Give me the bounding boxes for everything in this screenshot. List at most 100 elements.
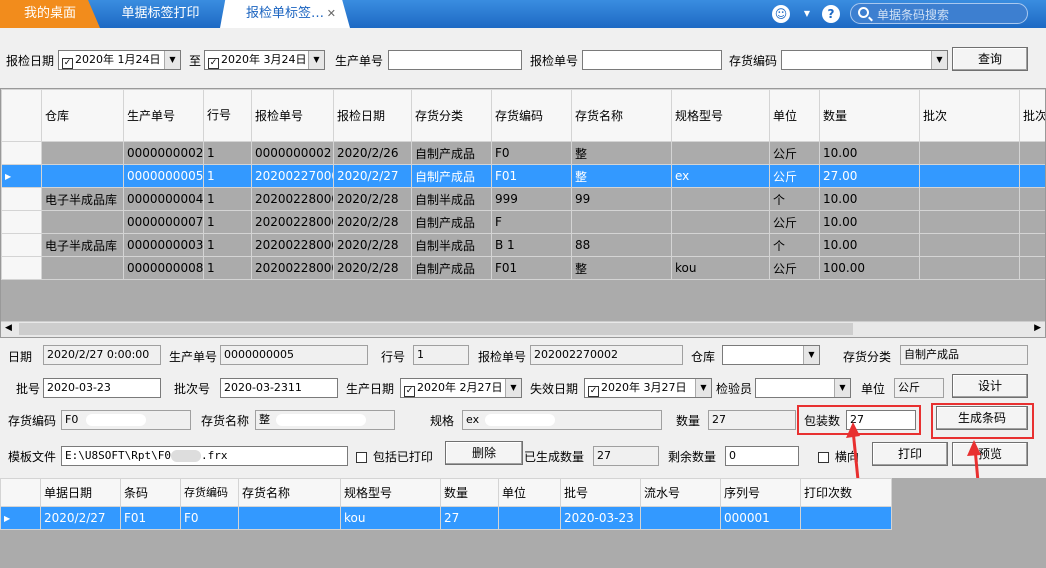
col-header[interactable]: 序列号: [720, 478, 801, 507]
tab-inspection-label[interactable]: 报检单标签… ✕: [220, 0, 350, 28]
col-header[interactable]: 数量: [819, 89, 920, 142]
tab-desktop[interactable]: 我的桌面: [0, 0, 100, 28]
table-cell[interactable]: F01: [120, 506, 181, 530]
col-header[interactable]: 报检单号: [251, 89, 334, 142]
table-cell[interactable]: [41, 256, 124, 280]
table-row[interactable]: 000000000812020022800042020/2/28自制产成品F01…: [1, 256, 1045, 280]
chevron-down-icon[interactable]: ▼: [798, 5, 816, 23]
table-cell[interactable]: [1019, 141, 1045, 165]
table-cell[interactable]: 电子半成品库: [41, 233, 124, 257]
barcode-grid[interactable]: 单据日期 条码 存货编码 存货名称 规格型号 数量 单位 批号 流水号 序列号 …: [0, 478, 1046, 568]
table-cell[interactable]: 1: [203, 210, 252, 234]
col-header[interactable]: 流水号: [640, 478, 721, 507]
table-cell[interactable]: [919, 187, 1020, 211]
close-icon[interactable]: ✕: [327, 0, 336, 28]
scroll-thumb[interactable]: [19, 323, 853, 335]
table-cell[interactable]: 202002270002: [251, 164, 334, 188]
col-header[interactable]: 存货分类: [411, 89, 492, 142]
dropdown-icon[interactable]: ▼: [505, 379, 521, 397]
table-cell[interactable]: [640, 506, 721, 530]
row-header[interactable]: [1, 256, 42, 280]
pdate-checkbox[interactable]: ✓: [404, 386, 415, 397]
table-cell[interactable]: 10.00: [819, 141, 920, 165]
table-cell[interactable]: 自制产成品: [411, 256, 492, 280]
col-header[interactable]: 单位: [498, 478, 561, 507]
template-file-input[interactable]: E:\U8SOFT\Rpt\F0 .frx: [61, 446, 348, 466]
col-header[interactable]: 单位: [769, 89, 820, 142]
table-cell[interactable]: [671, 233, 770, 257]
table-cell[interactable]: 10.00: [819, 233, 920, 257]
table-cell[interactable]: 整: [571, 164, 672, 188]
col-header[interactable]: 存货编码: [180, 478, 239, 507]
table-cell[interactable]: 0000000002: [251, 141, 334, 165]
table-row[interactable]: ▶ 2020/2/27 F01 F0 kou 27 2020-03-23 000001: [0, 506, 892, 530]
col-header[interactable]: 存货名称: [571, 89, 672, 142]
filter-prod-input[interactable]: [388, 50, 522, 70]
col-header[interactable]: 行号: [203, 89, 252, 142]
table-cell[interactable]: [41, 210, 124, 234]
table-cell[interactable]: 2020/2/28: [333, 233, 412, 257]
table-row[interactable]: 电子半成品库000000000312020022800032020/2/28自制…: [1, 233, 1045, 257]
table-cell[interactable]: 1: [203, 187, 252, 211]
row-header[interactable]: ▶: [1, 164, 42, 188]
table-cell[interactable]: 0000000008: [123, 256, 204, 280]
barcode-search-input[interactable]: 单据条码搜索: [850, 3, 1028, 24]
table-cell[interactable]: 202002280004: [251, 256, 334, 280]
row-header[interactable]: [1, 141, 42, 165]
table-cell[interactable]: 27: [440, 506, 499, 530]
table-cell[interactable]: 10.00: [819, 187, 920, 211]
col-header[interactable]: 批次: [919, 89, 1020, 142]
detail-lot-input[interactable]: 2020-03-2311: [220, 378, 338, 398]
row-header[interactable]: [1, 233, 42, 257]
table-cell[interactable]: kou: [671, 256, 770, 280]
table-row[interactable]: ▶ 000000000512020022700022020/2/27自制产成品F0…: [1, 164, 1045, 188]
col-header[interactable]: 存货编码: [491, 89, 572, 142]
table-cell[interactable]: 1: [203, 256, 252, 280]
table-cell[interactable]: [919, 141, 1020, 165]
from-date-checkbox[interactable]: ✓: [62, 58, 73, 69]
table-cell[interactable]: 88: [571, 233, 672, 257]
table-cell[interactable]: 2020/2/28: [333, 256, 412, 280]
detail-wh-select[interactable]: ▼: [722, 345, 820, 365]
col-header[interactable]: 规格型号: [340, 478, 441, 507]
inspection-grid[interactable]: 仓库 生产单号 行号 报检单号 报检日期 存货分类 存货编码 存货名称 规格型号…: [0, 88, 1046, 338]
table-cell[interactable]: 2020/2/28: [333, 210, 412, 234]
table-cell[interactable]: B 1: [491, 233, 572, 257]
table-cell[interactable]: 2020-03-23: [560, 506, 641, 530]
dropdown-icon[interactable]: ▼: [695, 379, 711, 397]
table-cell[interactable]: [41, 141, 124, 165]
dropdown-icon[interactable]: ▼: [803, 346, 819, 364]
query-button[interactable]: 查询: [952, 47, 1028, 71]
table-cell[interactable]: 公斤: [769, 256, 820, 280]
col-header[interactable]: 打印次数: [800, 478, 892, 507]
detail-pdate-picker[interactable]: ✓ 2020年 2月27日 ▼: [400, 378, 522, 398]
design-button[interactable]: 设计: [952, 374, 1028, 398]
table-row[interactable]: 0000000002 1 0000000002 2020/2/26 自制产成品 F0 整公斤…: [1, 141, 1045, 165]
table-cell[interactable]: F01: [491, 164, 572, 188]
table-cell[interactable]: F01: [491, 256, 572, 280]
table-cell[interactable]: 202002280003: [251, 233, 334, 257]
help-icon[interactable]: ?: [822, 5, 840, 23]
table-row[interactable]: 电子半成品库000000000412020022800012020/2/28自制…: [1, 187, 1045, 211]
table-cell[interactable]: 0000000002: [123, 141, 204, 165]
checkbox-box[interactable]: [818, 452, 829, 463]
table-cell[interactable]: 2020/2/27: [40, 506, 121, 530]
col-header[interactable]: 仓库: [41, 89, 124, 142]
col-header[interactable]: 条码: [120, 478, 181, 507]
table-cell[interactable]: [919, 233, 1020, 257]
table-cell[interactable]: [1019, 233, 1045, 257]
table-cell[interactable]: [41, 164, 124, 188]
table-cell[interactable]: 整: [571, 256, 672, 280]
table-cell[interactable]: 自制产成品: [411, 164, 492, 188]
table-cell[interactable]: 100.00: [819, 256, 920, 280]
checkbox-box[interactable]: [356, 452, 367, 463]
col-header[interactable]: 规格型号: [671, 89, 770, 142]
table-cell[interactable]: 自制产成品: [411, 141, 492, 165]
table-cell[interactable]: 999: [491, 187, 572, 211]
table-cell[interactable]: 2020/2/26: [333, 141, 412, 165]
table-cell[interactable]: [919, 164, 1020, 188]
dropdown-icon[interactable]: ▼: [308, 51, 324, 69]
col-header[interactable]: 报检日期: [333, 89, 412, 142]
table-cell[interactable]: F0: [180, 506, 239, 530]
from-date-picker[interactable]: ✓ 2020年 1月24日 ▼: [58, 50, 181, 70]
